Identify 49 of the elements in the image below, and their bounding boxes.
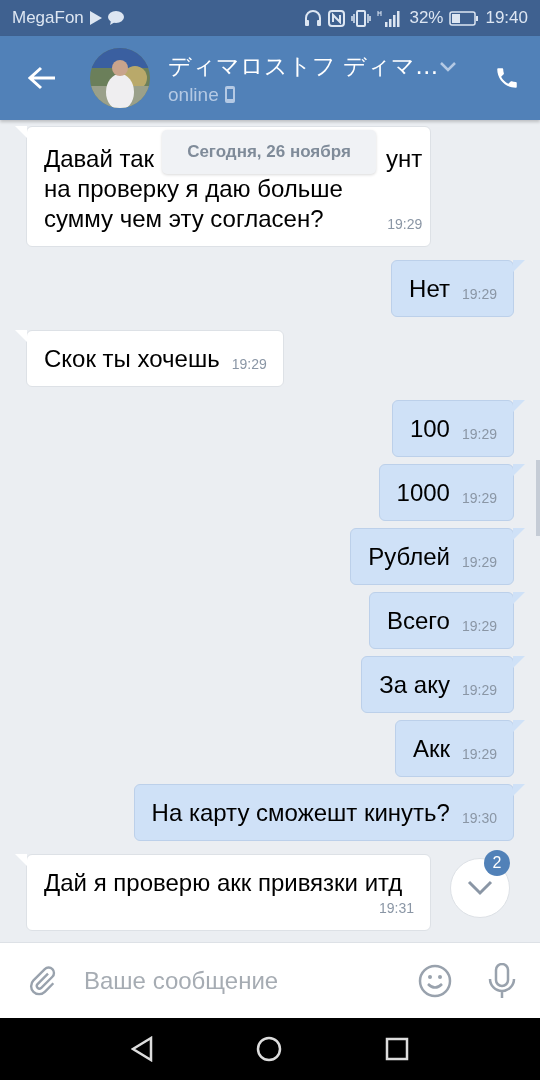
microphone-icon[interactable]: [488, 962, 516, 999]
call-icon[interactable]: [494, 65, 520, 91]
clock-time: 19:40: [485, 8, 528, 28]
battery-percent: 32%: [409, 8, 444, 28]
message-time: 19:29: [461, 618, 497, 634]
message-time: 19:29: [461, 426, 497, 442]
message-time: 19:29: [461, 746, 497, 762]
message-time: 19:29: [461, 490, 497, 506]
vibrate-icon: [351, 9, 372, 27]
chevron-down-icon[interactable]: [440, 62, 456, 72]
message-time: 19:30: [461, 810, 497, 826]
message-text: 100: [409, 414, 450, 444]
date-label: Сегодня, 26 ноября: [162, 130, 376, 174]
message-text: Дай я проверю акк привязки итд: [44, 868, 403, 898]
message-text: На карту сможешт кинуть?: [151, 798, 450, 828]
chevron-down-icon: [467, 880, 493, 896]
phone-icon: [224, 86, 235, 103]
message-time: 19:29: [461, 682, 497, 698]
message-text: Давай так: [44, 144, 155, 174]
message-text: Нет: [409, 274, 450, 304]
contact-name: ディマロストフ ディマ…: [168, 51, 439, 81]
message-text: унт: [386, 144, 423, 174]
message-time: 19:29: [387, 216, 423, 232]
message-time: 19:31: [378, 900, 414, 916]
unread-count: 2: [484, 850, 510, 876]
online-status: online: [168, 83, 219, 106]
recents-square-icon[interactable]: [384, 1037, 409, 1061]
back-button[interactable]: [28, 66, 56, 90]
battery-icon: [449, 10, 480, 26]
home-circle-icon[interactable]: [256, 1036, 282, 1062]
back-triangle-icon[interactable]: [131, 1036, 154, 1062]
message-text: 1000: [396, 478, 450, 508]
message-text: на проверку я даю больше: [44, 174, 343, 204]
headphones-icon: [304, 9, 323, 27]
message-time: 19:29: [231, 356, 267, 372]
message-text: Рублей: [368, 542, 450, 572]
message-text: Акк: [412, 734, 450, 764]
emoji-icon[interactable]: [418, 963, 452, 998]
message-text: За аку: [379, 670, 450, 700]
message-text: сумму чем эту согласен?: [44, 204, 324, 234]
message-time: 19:29: [461, 554, 497, 570]
scrollbar-thumb[interactable]: [536, 460, 540, 536]
play-icon: [89, 11, 102, 25]
message-text: Скок ты хочешь: [44, 344, 220, 374]
nfc-icon: [328, 9, 346, 27]
message-text: Всего: [387, 606, 450, 636]
chat-bubble-icon: [107, 11, 124, 25]
message-time: 19:29: [461, 286, 497, 302]
carrier-name: MegaFon: [12, 8, 84, 28]
